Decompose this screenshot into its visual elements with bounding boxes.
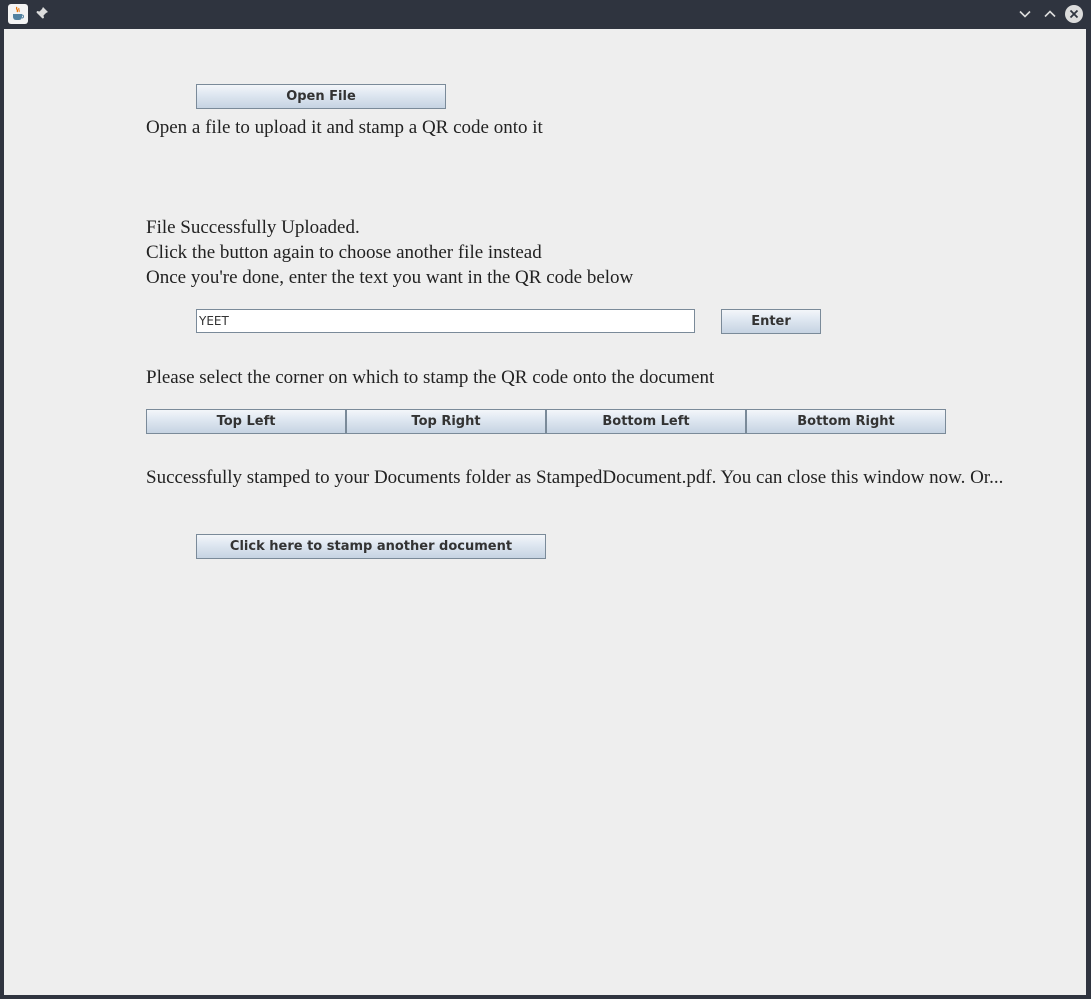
open-file-hint: Open a file to upload it and stamp a QR …: [146, 117, 543, 138]
success-message: Successfully stamped to your Documents f…: [146, 467, 1004, 488]
pin-icon[interactable]: [34, 5, 50, 21]
top-right-button[interactable]: Top Right: [346, 409, 546, 434]
chevron-down-icon[interactable]: [1016, 5, 1034, 23]
app-window: Open File Open a file to upload it and s…: [0, 0, 1091, 999]
enter-button[interactable]: Enter: [721, 309, 821, 334]
corner-prompt: Please select the corner on which to sta…: [146, 367, 715, 388]
chevron-up-icon[interactable]: [1041, 5, 1059, 23]
stamp-another-button[interactable]: Click here to stamp another document: [196, 534, 546, 559]
java-cup-icon: [8, 4, 28, 24]
bottom-left-button[interactable]: Bottom Left: [546, 409, 746, 434]
upload-status-line-2: Click the button again to choose another…: [146, 242, 542, 263]
close-icon[interactable]: [1065, 5, 1083, 23]
qr-text-input[interactable]: YEET: [196, 309, 695, 333]
title-bar[interactable]: [0, 0, 1091, 28]
content-panel: Open File Open a file to upload it and s…: [4, 29, 1086, 995]
bottom-right-button[interactable]: Bottom Right: [746, 409, 946, 434]
upload-status-line-1: File Successfully Uploaded.: [146, 217, 360, 238]
top-left-button[interactable]: Top Left: [146, 409, 346, 434]
open-file-button[interactable]: Open File: [196, 84, 446, 109]
upload-status-line-3: Once you're done, enter the text you wan…: [146, 267, 634, 288]
